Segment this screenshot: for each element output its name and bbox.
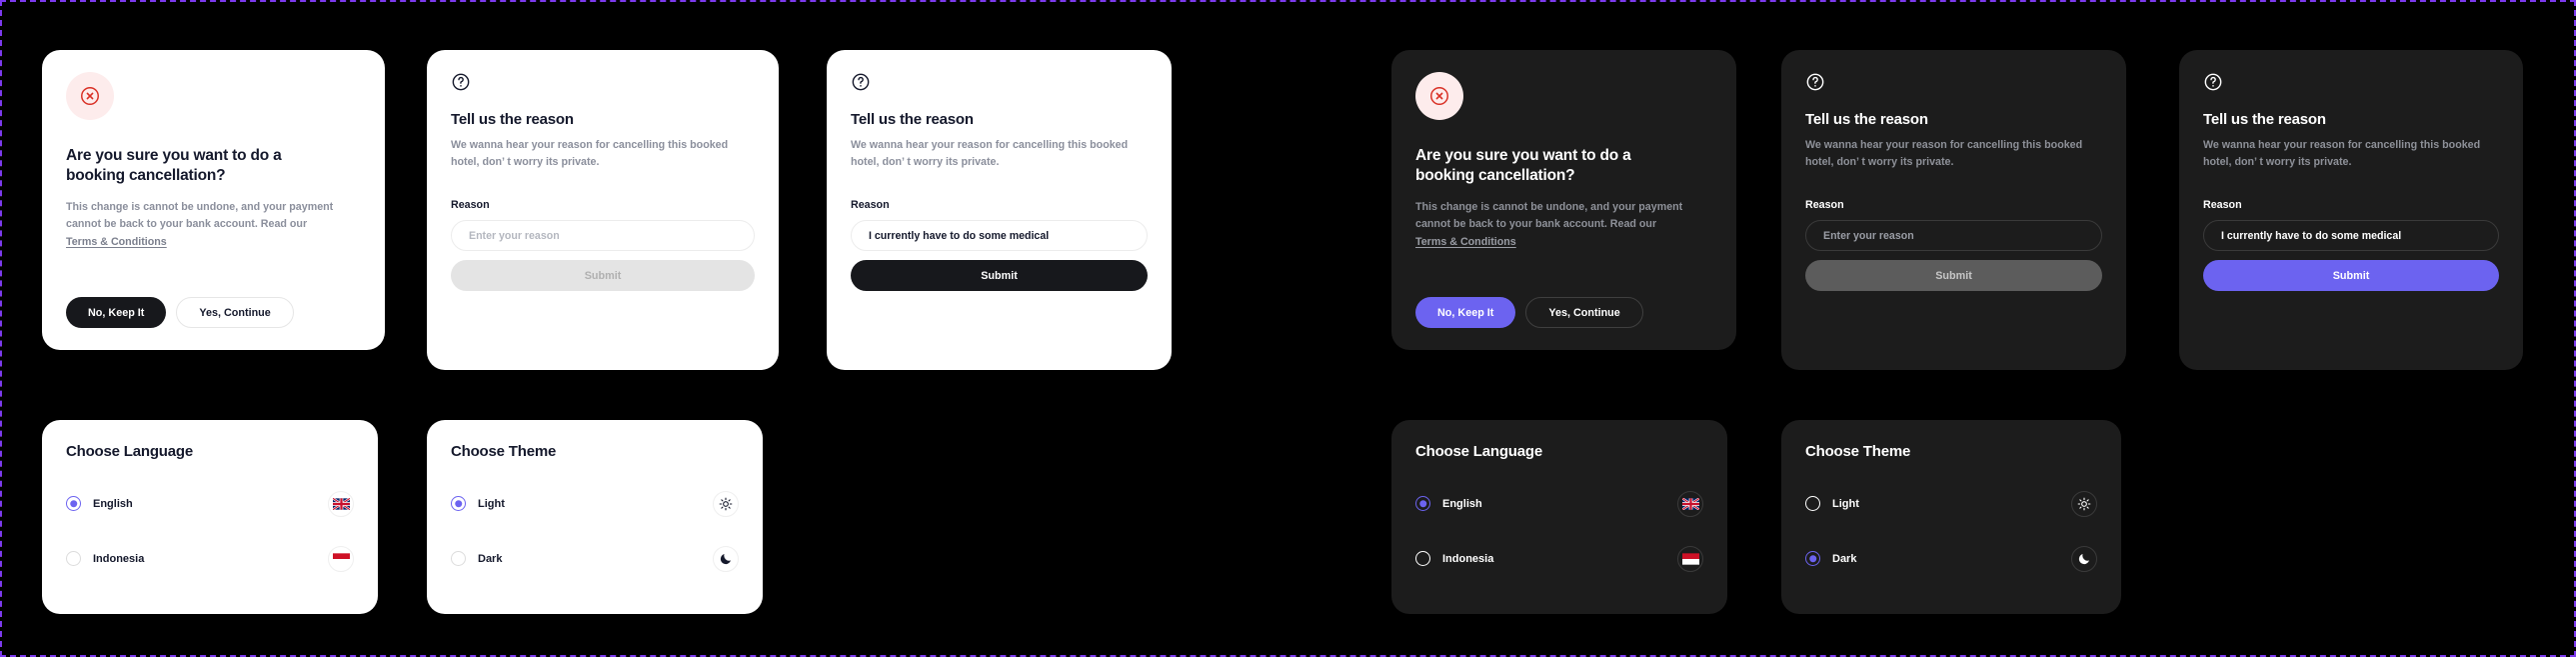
option-label: Light — [1832, 497, 1859, 510]
choose-language-card-light: Choose Language English Indonesia — [42, 420, 378, 614]
page-title: Tell us the reason — [851, 111, 974, 128]
choose-theme-card-light: Choose Theme Light Dark — [427, 420, 763, 614]
reason-field-label: Reason — [2203, 199, 2242, 212]
flag-uk-icon — [328, 490, 354, 517]
radio-english[interactable] — [1415, 496, 1430, 511]
reason-field-label: Reason — [851, 199, 890, 212]
dialog-body-text: This change is cannot be undone, and you… — [1415, 200, 1683, 231]
theme-option-light[interactable]: Light — [451, 490, 739, 517]
reason-dialog-dark-filled: Tell us the reason We wanna hear your re… — [2179, 50, 2523, 370]
choose-language-card-dark: Choose Language English Indonesia — [1391, 420, 1727, 614]
language-option-english[interactable]: English — [66, 490, 354, 517]
cancellation-dialog-dark: Are you sure you want to do a booking ca… — [1391, 50, 1736, 350]
page-title: Are you sure you want to do a booking ca… — [1415, 147, 1631, 185]
dialog-body: We wanna hear your reason for cancelling… — [2203, 138, 2481, 168]
yes-continue-button[interactable]: Yes, Continue — [176, 297, 294, 328]
dialog-actions: No, Keep It Yes, Continue — [66, 297, 361, 328]
terms-conditions-link[interactable]: Terms & Conditions — [66, 236, 167, 248]
option-label: English — [93, 497, 133, 510]
radio-indonesia[interactable] — [1415, 551, 1430, 566]
submit-button[interactable]: Submit — [1805, 260, 2102, 292]
dialog-body-text: This change is cannot be undone, and you… — [66, 200, 334, 231]
dialog-body: This change is cannot be undone, and you… — [66, 199, 341, 251]
help-circle-icon — [1806, 73, 1824, 91]
submit-button[interactable]: Submit — [851, 260, 1148, 292]
option-label: Dark — [1832, 552, 1857, 565]
dialog-body: This change is cannot be undone, and you… — [1415, 199, 1690, 251]
moon-icon — [2071, 545, 2097, 572]
option-label: Dark — [478, 552, 503, 565]
radio-light[interactable] — [1805, 496, 1820, 511]
radio-indonesia[interactable] — [66, 551, 81, 566]
option-label: English — [1442, 497, 1482, 510]
reason-input[interactable]: I currently have to do some medical — [851, 220, 1148, 252]
dialog-body: We wanna hear your reason for cancelling… — [851, 138, 1129, 168]
cancellation-dialog-light: Are you sure you want to do a booking ca… — [42, 50, 385, 350]
moon-icon — [713, 545, 739, 572]
theme-option-dark[interactable]: Dark — [1805, 545, 2097, 572]
option-label: Light — [478, 497, 505, 510]
help-circle-icon — [2204, 73, 2222, 91]
page-title: Tell us the reason — [451, 111, 574, 128]
dialog-actions: No, Keep It Yes, Continue — [1415, 297, 1712, 328]
flag-uk-icon — [1677, 490, 1703, 517]
choose-theme-card-dark: Choose Theme Light Dark — [1781, 420, 2121, 614]
language-option-indonesia[interactable]: Indonesia — [66, 545, 354, 572]
page-title: Choose Language — [66, 443, 194, 460]
help-circle-icon — [852, 73, 870, 91]
sun-icon — [713, 490, 739, 517]
no-keep-it-button[interactable]: No, Keep It — [1415, 297, 1516, 328]
page-title: Tell us the reason — [2203, 111, 2326, 128]
reason-input[interactable]: I currently have to do some medical — [2203, 220, 2499, 252]
reason-input[interactable]: Enter your reason — [451, 220, 755, 252]
page-title: Choose Theme — [1805, 443, 1911, 460]
flag-indonesia-icon — [328, 545, 354, 572]
page-title: Tell us the reason — [1805, 111, 1928, 128]
reason-dialog-light-filled: Tell us the reason We wanna hear your re… — [827, 50, 1172, 370]
language-option-indonesia[interactable]: Indonesia — [1415, 545, 1703, 572]
language-option-english[interactable]: English — [1415, 490, 1703, 517]
terms-conditions-link[interactable]: Terms & Conditions — [1415, 236, 1516, 248]
circle-x-icon — [1415, 72, 1463, 120]
radio-dark[interactable] — [451, 551, 466, 566]
sun-icon — [2071, 490, 2097, 517]
submit-button[interactable]: Submit — [2203, 260, 2499, 292]
page-title: Are you sure you want to do a booking ca… — [66, 147, 282, 185]
theme-option-light[interactable]: Light — [1805, 490, 2097, 517]
yes-continue-button[interactable]: Yes, Continue — [1525, 297, 1643, 328]
option-label: Indonesia — [1442, 552, 1494, 565]
submit-button[interactable]: Submit — [451, 260, 755, 292]
page-title: Choose Language — [1415, 443, 1543, 460]
circle-x-icon — [66, 72, 114, 120]
reason-field-label: Reason — [451, 199, 490, 212]
theme-option-dark[interactable]: Dark — [451, 545, 739, 572]
radio-english[interactable] — [66, 496, 81, 511]
dialog-body: We wanna hear your reason for cancelling… — [451, 138, 729, 168]
reason-dialog-dark-empty: Tell us the reason We wanna hear your re… — [1781, 50, 2126, 370]
option-label: Indonesia — [93, 552, 145, 565]
radio-dark[interactable] — [1805, 551, 1820, 566]
dialog-body: We wanna hear your reason for cancelling… — [1805, 138, 2083, 168]
no-keep-it-button[interactable]: No, Keep It — [66, 297, 167, 328]
flag-indonesia-icon — [1677, 545, 1703, 572]
help-circle-icon — [452, 73, 470, 91]
reason-field-label: Reason — [1805, 199, 1844, 212]
page-title: Choose Theme — [451, 443, 557, 460]
reason-input[interactable]: Enter your reason — [1805, 220, 2102, 252]
radio-light[interactable] — [451, 496, 466, 511]
design-canvas: Are you sure you want to do a booking ca… — [0, 0, 2576, 657]
reason-dialog-light-empty: Tell us the reason We wanna hear your re… — [427, 50, 779, 370]
